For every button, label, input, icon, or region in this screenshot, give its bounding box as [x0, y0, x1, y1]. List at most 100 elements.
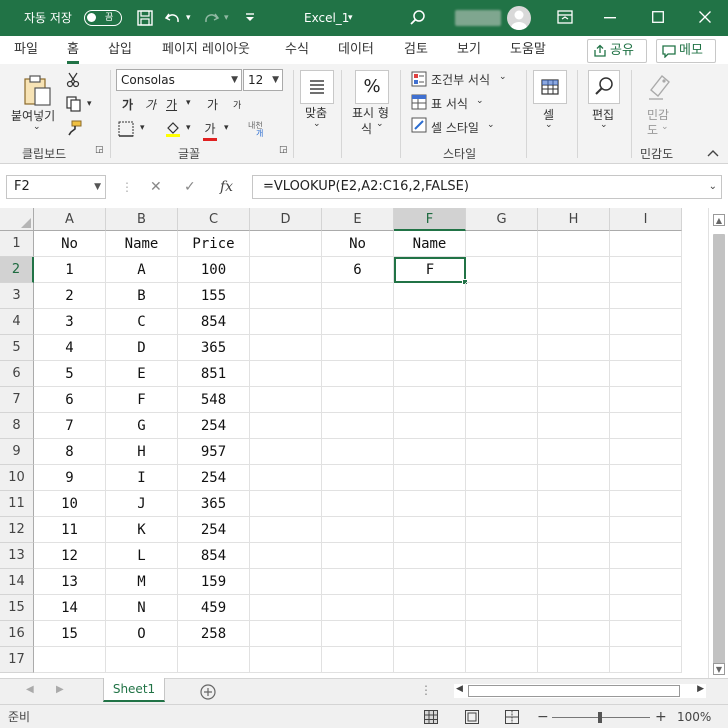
formula-input[interactable]: =VLOOKUP(E2,A2:C16,2,FALSE) ⌄ — [252, 175, 722, 199]
italic-button[interactable]: 가 — [145, 96, 156, 113]
cell[interactable] — [538, 309, 610, 335]
cell[interactable] — [610, 283, 682, 309]
cell[interactable] — [466, 387, 538, 413]
cell[interactable] — [34, 647, 106, 673]
row-header[interactable]: 5 — [0, 335, 34, 361]
cell[interactable] — [466, 491, 538, 517]
cell[interactable]: Name — [106, 231, 178, 257]
cell[interactable] — [322, 283, 394, 309]
cell[interactable] — [322, 647, 394, 673]
cell[interactable] — [394, 491, 466, 517]
cell[interactable] — [610, 595, 682, 621]
cell[interactable]: J — [106, 491, 178, 517]
cell[interactable] — [250, 309, 322, 335]
border-icon[interactable] — [118, 121, 134, 137]
cell[interactable]: 12 — [34, 543, 106, 569]
row-header[interactable]: 9 — [0, 439, 34, 465]
cell[interactable] — [250, 517, 322, 543]
chevron-down-icon[interactable]: ⌄ — [487, 120, 495, 130]
cell[interactable] — [538, 647, 610, 673]
cell[interactable] — [322, 439, 394, 465]
cell[interactable] — [610, 491, 682, 517]
scroll-thumb[interactable] — [713, 234, 725, 664]
cell[interactable] — [322, 491, 394, 517]
cell[interactable] — [250, 361, 322, 387]
cell[interactable] — [178, 647, 250, 673]
row-header[interactable]: 1 — [0, 231, 34, 257]
cell[interactable] — [538, 231, 610, 257]
cell[interactable]: 7 — [34, 413, 106, 439]
row-header[interactable]: 4 — [0, 309, 34, 335]
share-button[interactable]: 공유 — [587, 39, 647, 63]
scroll-thumb[interactable] — [468, 685, 680, 697]
tab-insert[interactable]: 삽입 — [108, 36, 132, 64]
column-header[interactable]: G — [466, 208, 538, 231]
cell[interactable]: B — [106, 283, 178, 309]
row-header[interactable]: 16 — [0, 621, 34, 647]
cell[interactable]: Name — [394, 231, 466, 257]
cell[interactable] — [250, 257, 322, 283]
cell[interactable] — [250, 543, 322, 569]
ribbon-options-icon[interactable] — [557, 10, 573, 24]
cell[interactable] — [466, 413, 538, 439]
cell[interactable]: 1 — [34, 257, 106, 283]
cell[interactable] — [610, 361, 682, 387]
cell[interactable]: 2 — [34, 283, 106, 309]
insert-function-icon[interactable]: fx — [220, 175, 233, 199]
cell[interactable]: No — [322, 231, 394, 257]
cell[interactable]: 3 — [34, 309, 106, 335]
normal-view-icon[interactable] — [424, 710, 438, 724]
cell[interactable] — [610, 517, 682, 543]
zoom-out-icon[interactable]: − — [537, 705, 549, 728]
title-dropdown-icon[interactable]: ▾ — [348, 0, 353, 36]
cell[interactable]: K — [106, 517, 178, 543]
scroll-up-icon[interactable]: ▲ — [713, 214, 725, 226]
page-layout-view-icon[interactable] — [465, 710, 479, 724]
cell[interactable] — [322, 361, 394, 387]
cell[interactable] — [250, 465, 322, 491]
cell[interactable]: 365 — [178, 491, 250, 517]
font-launcher-icon[interactable]: ◲ — [279, 145, 288, 155]
cell[interactable] — [394, 595, 466, 621]
tab-help[interactable]: 도움말 — [510, 36, 546, 64]
cell[interactable] — [322, 413, 394, 439]
zoom-level[interactable]: 100% — [677, 705, 711, 728]
active-cell[interactable]: F — [394, 257, 466, 283]
column-header[interactable]: E — [322, 208, 394, 231]
cell[interactable] — [322, 309, 394, 335]
cell[interactable]: 254 — [178, 517, 250, 543]
cell[interactable]: 365 — [178, 335, 250, 361]
cell[interactable]: No — [34, 231, 106, 257]
cell[interactable] — [394, 543, 466, 569]
cell[interactable]: A — [106, 257, 178, 283]
zoom-in-icon[interactable]: + — [655, 705, 667, 728]
cell[interactable] — [394, 647, 466, 673]
row-header[interactable]: 13 — [0, 543, 34, 569]
maximize-icon[interactable] — [652, 11, 664, 23]
cell[interactable]: 11 — [34, 517, 106, 543]
cell[interactable] — [394, 465, 466, 491]
cell[interactable]: 5 — [34, 361, 106, 387]
cell[interactable] — [538, 569, 610, 595]
tab-review[interactable]: 검토 — [404, 36, 428, 64]
copy-dropdown-icon[interactable]: ▾ — [87, 99, 92, 109]
chevron-down-icon[interactable]: ⌄ — [476, 96, 484, 106]
cell[interactable] — [466, 595, 538, 621]
enter-icon[interactable]: ✓ — [184, 175, 196, 199]
cell[interactable]: E — [106, 361, 178, 387]
cell[interactable]: 159 — [178, 569, 250, 595]
cell[interactable] — [610, 257, 682, 283]
cell[interactable] — [538, 621, 610, 647]
cell[interactable] — [250, 621, 322, 647]
cell[interactable] — [538, 491, 610, 517]
shrink-font-button[interactable]: 가 — [233, 98, 241, 111]
close-icon[interactable] — [699, 11, 711, 23]
chevron-down-icon[interactable]: ⌄ — [499, 72, 507, 82]
cell[interactable] — [250, 647, 322, 673]
cell[interactable]: D — [106, 335, 178, 361]
chevron-down-icon[interactable]: ⌄ — [313, 119, 321, 129]
cell[interactable] — [538, 465, 610, 491]
cell[interactable] — [394, 309, 466, 335]
cell[interactable]: C — [106, 309, 178, 335]
redo-icon[interactable] — [202, 9, 220, 27]
